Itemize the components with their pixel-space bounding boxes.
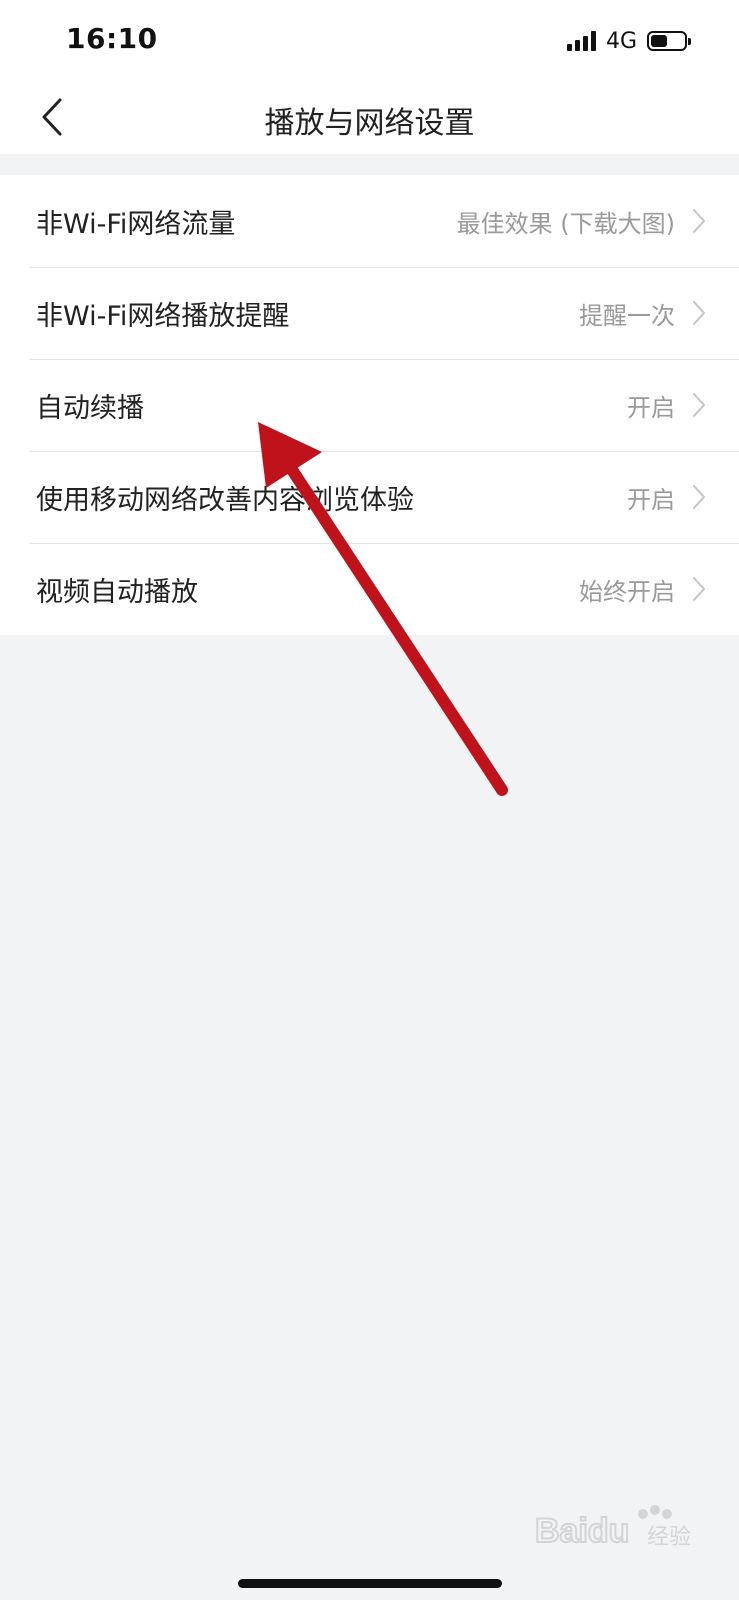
setting-label: 非Wi-Fi网络流量 xyxy=(36,208,236,240)
nav-bar: 播放与网络设置 xyxy=(0,80,739,154)
network-type: 4G xyxy=(605,28,637,54)
setting-mobile-network-improve[interactable]: 使用移动网络改善内容浏览体验 开启 xyxy=(0,451,739,543)
setting-value: 开启 xyxy=(627,485,675,514)
setting-label: 非Wi-Fi网络播放提醒 xyxy=(36,300,290,332)
setting-value: 开启 xyxy=(627,393,675,422)
settings-list: 非Wi-Fi网络流量 最佳效果 (下载大图) 非Wi-Fi网络播放提醒 提醒一次… xyxy=(0,175,739,635)
svg-text:经验: 经验 xyxy=(647,1525,691,1550)
page-title: 播放与网络设置 xyxy=(264,106,475,141)
setting-value: 提醒一次 xyxy=(579,301,675,330)
watermark-mark: Baidu 经验 xyxy=(535,1505,691,1551)
svg-text:Baidu: Baidu xyxy=(535,1512,629,1550)
chevron-right-icon xyxy=(691,207,707,235)
setting-value: 始终开启 xyxy=(579,577,675,606)
setting-non-wifi-play-reminder[interactable]: 非Wi-Fi网络播放提醒 提醒一次 xyxy=(0,267,739,359)
baidu-jingyan-logo: Baidu 经验 xyxy=(535,1500,695,1560)
signal-icon xyxy=(566,31,596,51)
battery-level xyxy=(651,35,667,47)
setting-non-wifi-data[interactable]: 非Wi-Fi网络流量 最佳效果 (下载大图) xyxy=(0,175,739,267)
setting-label: 自动续播 xyxy=(36,392,144,424)
status-time: 16:10 xyxy=(66,22,158,55)
setting-value: 最佳效果 (下载大图) xyxy=(456,209,675,238)
status-indicators: 4G xyxy=(566,26,691,56)
chevron-right-icon xyxy=(691,299,707,327)
chevron-right-icon xyxy=(691,391,707,419)
setting-label: 使用移动网络改善内容浏览体验 xyxy=(36,484,414,516)
chevron-right-icon xyxy=(691,483,707,511)
battery-nub xyxy=(688,38,691,45)
setting-label: 视频自动播放 xyxy=(36,576,198,608)
setting-autoplay-next[interactable]: 自动续播 开启 xyxy=(0,359,739,451)
chevron-right-icon xyxy=(691,575,707,603)
setting-video-autoplay[interactable]: 视频自动播放 始终开启 xyxy=(0,543,739,635)
battery-icon xyxy=(647,31,691,51)
status-bar: 16:10 4G xyxy=(0,0,739,80)
home-indicator[interactable] xyxy=(238,1579,502,1588)
